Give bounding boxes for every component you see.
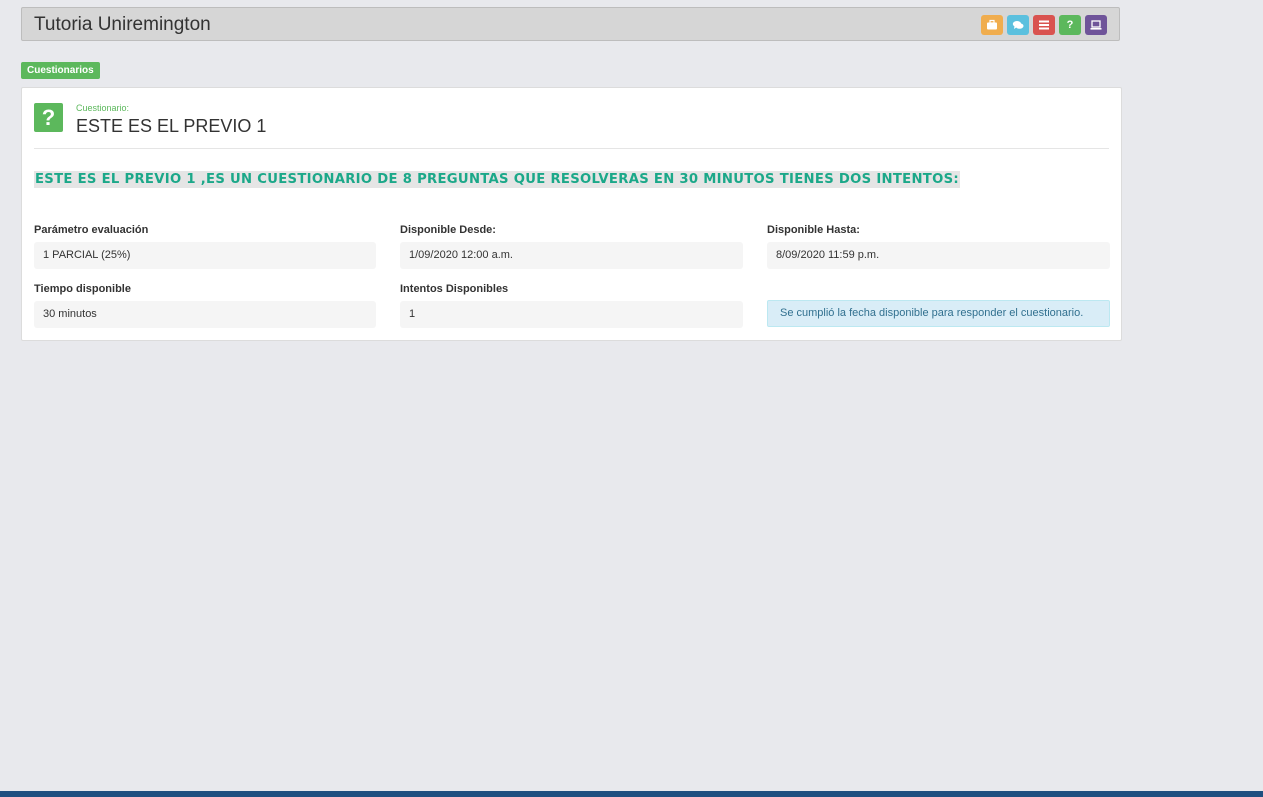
briefcase-icon[interactable]: [981, 15, 1003, 35]
quiz-title: ESTE ES EL PREVIO 1: [76, 116, 267, 136]
tiempo-value: 30 minutos: [34, 301, 376, 328]
header-bar: Tutoria Uniremington ?: [21, 7, 1120, 41]
app-title: Tutoria Uniremington: [34, 14, 211, 35]
divider: [34, 148, 1109, 149]
hasta-label: Disponible Hasta:: [767, 224, 860, 236]
desde-value: 1/09/2020 12:00 a.m.: [400, 242, 743, 269]
list-icon[interactable]: [1033, 15, 1055, 35]
question-icon: ?: [34, 103, 63, 132]
cuestionarios-tag[interactable]: Cuestionarios: [21, 62, 100, 79]
question-icon[interactable]: ?: [1059, 15, 1081, 35]
tiempo-label: Tiempo disponible: [34, 283, 131, 295]
intentos-label: Intentos Disponibles: [400, 283, 509, 295]
quiz-card: ? Cuestionario: ESTE ES EL PREVIO 1 ESTE…: [21, 87, 1122, 341]
status-alert: Se cumplió la fecha disponible para resp…: [767, 300, 1110, 327]
hasta-value: 8/09/2020 11:59 p.m.: [767, 242, 1110, 269]
laptop-icon[interactable]: [1085, 15, 1107, 35]
desde-label: Disponible Desde:: [400, 224, 496, 236]
parametro-value: 1 PARCIAL (25%): [34, 242, 376, 269]
header-toolbar: ?: [981, 15, 1107, 35]
intentos-value: 1: [400, 301, 743, 328]
footer-bar: [0, 791, 1263, 797]
page: Tutoria Uniremington ? Cuestionarios ? C…: [0, 0, 1263, 797]
quiz-description: ESTE ES EL PREVIO 1 ,ES UN CUESTIONARIO …: [34, 171, 960, 188]
parametro-label: Parámetro evaluación: [34, 224, 149, 236]
comments-icon[interactable]: [1007, 15, 1029, 35]
card-sublabel: Cuestionario:: [76, 103, 130, 113]
